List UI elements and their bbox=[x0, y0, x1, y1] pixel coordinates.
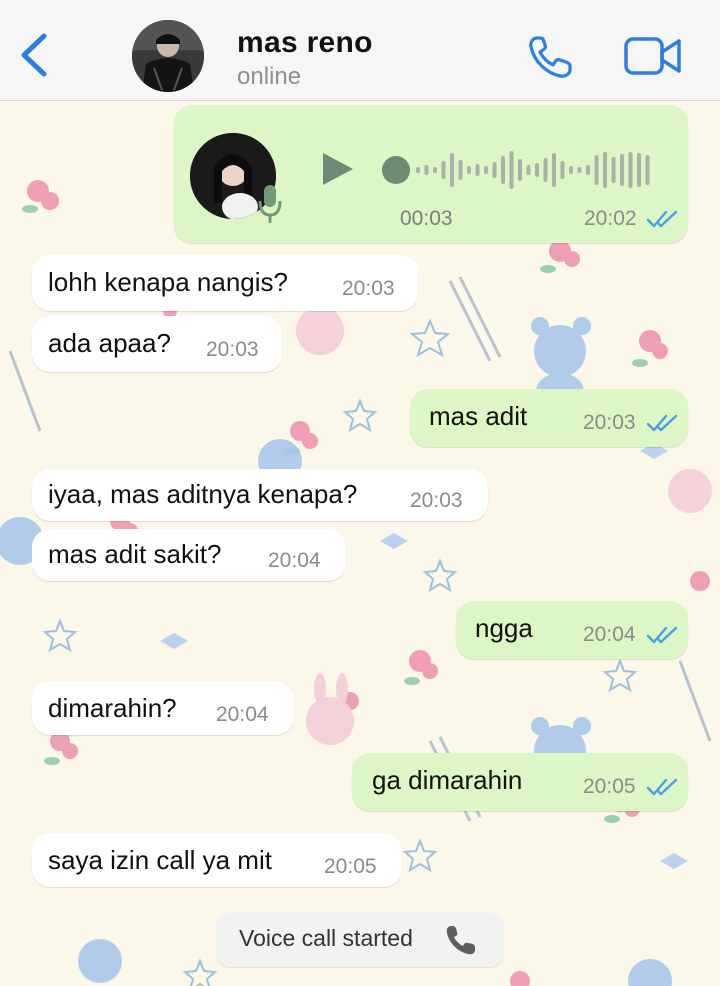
waveform-bar bbox=[569, 166, 573, 174]
message-bubble[interactable]: ada apaa? 20:03 bbox=[32, 316, 282, 372]
message-time: 20:03 bbox=[206, 338, 259, 361]
contact-status: online bbox=[237, 63, 302, 90]
message-time: 20:05 bbox=[324, 855, 377, 878]
waveform-bar bbox=[458, 160, 463, 180]
chevron-left-icon[interactable] bbox=[14, 30, 54, 80]
waveform-bar bbox=[492, 162, 497, 178]
message-text: lohh kenapa nangis? bbox=[48, 267, 288, 297]
waveform-bar bbox=[416, 167, 420, 173]
message-bubble[interactable]: ga dimarahin 20:05 bbox=[352, 753, 688, 811]
waveform-bar bbox=[518, 159, 522, 181]
read-ticks-icon bbox=[646, 414, 678, 432]
waveform-bar bbox=[509, 151, 514, 189]
voice-duration: 00:03 bbox=[400, 207, 453, 230]
message-text: ga dimarahin bbox=[372, 765, 523, 795]
message-time: 20:03 bbox=[410, 489, 463, 512]
message-text: mas adit sakit? bbox=[48, 539, 222, 569]
waveform-bar bbox=[603, 152, 607, 188]
phone-icon[interactable] bbox=[527, 34, 575, 80]
message-text: ada apaa? bbox=[48, 328, 171, 358]
voice-message-bubble[interactable]: 00:03 20:02 bbox=[174, 105, 688, 243]
waveform-bar bbox=[424, 165, 429, 175]
message-time: 20:05 bbox=[583, 775, 636, 798]
contact-avatar[interactable] bbox=[132, 20, 204, 92]
waveform-bar bbox=[501, 156, 505, 184]
system-message-text: Voice call started bbox=[239, 925, 413, 951]
waveform-bar bbox=[543, 158, 548, 182]
contact-name[interactable]: mas reno bbox=[237, 26, 373, 60]
read-ticks-icon bbox=[646, 778, 678, 796]
audio-waveform[interactable] bbox=[380, 145, 664, 195]
waveform-bar bbox=[433, 167, 437, 173]
chat-header: mas reno online bbox=[0, 0, 720, 101]
waveform-bar bbox=[560, 161, 565, 179]
message-text: saya izin call ya mit bbox=[48, 845, 272, 875]
chat-area[interactable]: 00:03 20:02 lohh kenapa nangis? 20:03 ad… bbox=[0, 101, 720, 986]
message-time: 20:02 bbox=[584, 207, 637, 230]
waveform-bar bbox=[552, 153, 556, 187]
message-time: 20:04 bbox=[216, 703, 269, 726]
message-time: 20:03 bbox=[583, 411, 636, 434]
waveform-bar bbox=[467, 166, 471, 174]
message-text: iyaa, mas aditnya kenapa? bbox=[48, 479, 358, 509]
phone-receiver-icon bbox=[446, 926, 475, 955]
video-camera-icon[interactable] bbox=[624, 36, 682, 76]
waveform-bar bbox=[441, 161, 446, 179]
message-text: ngga bbox=[475, 613, 533, 643]
waveform-bar bbox=[645, 155, 650, 185]
waveform-bar bbox=[577, 167, 582, 173]
waveform-bar bbox=[475, 164, 480, 176]
waveform-bar bbox=[586, 165, 590, 175]
message-time: 20:04 bbox=[268, 549, 321, 572]
message-bubble[interactable]: saya izin call ya mit 20:05 bbox=[32, 833, 402, 887]
waveform-bar bbox=[484, 166, 488, 174]
waveform-bar bbox=[594, 155, 599, 185]
message-bubble[interactable]: lohh kenapa nangis? 20:03 bbox=[32, 255, 418, 311]
message-time: 20:04 bbox=[583, 623, 636, 646]
microphone-icon bbox=[258, 185, 282, 223]
waveform-bar bbox=[628, 152, 633, 188]
message-bubble[interactable]: dimarahin? 20:04 bbox=[32, 681, 294, 735]
play-icon[interactable] bbox=[317, 149, 357, 189]
message-text: mas adit bbox=[429, 401, 528, 431]
message-bubble[interactable]: iyaa, mas aditnya kenapa? 20:03 bbox=[32, 469, 488, 521]
waveform-bar bbox=[450, 153, 454, 187]
waveform-bar bbox=[535, 163, 539, 177]
waveform-bar bbox=[637, 153, 641, 187]
message-bubble[interactable]: mas adit sakit? 20:04 bbox=[32, 529, 346, 581]
message-bubble[interactable]: mas adit 20:03 bbox=[410, 389, 688, 447]
read-ticks-icon bbox=[646, 210, 678, 228]
system-message[interactable]: Voice call started bbox=[216, 913, 504, 967]
waveform-bar bbox=[611, 157, 616, 183]
waveform-bar bbox=[526, 165, 531, 175]
read-ticks-icon bbox=[646, 626, 678, 644]
waveform-bar bbox=[620, 154, 624, 186]
message-text: dimarahin? bbox=[48, 693, 177, 723]
message-bubble[interactable]: ngga 20:04 bbox=[456, 601, 688, 659]
message-time: 20:03 bbox=[342, 277, 395, 300]
